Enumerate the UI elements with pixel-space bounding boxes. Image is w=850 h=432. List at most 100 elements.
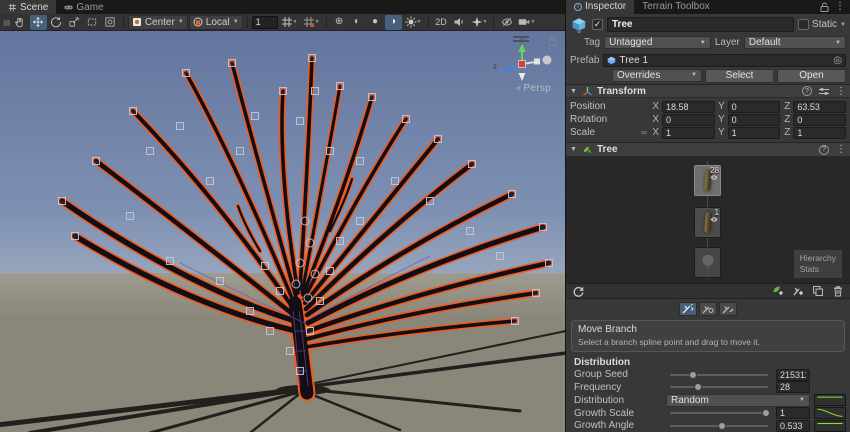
snap-increment-field[interactable] — [252, 16, 278, 29]
scene-viewport[interactable]: y z <Persp — [0, 31, 565, 432]
scale-y-field[interactable] — [728, 127, 781, 139]
foldout-icon[interactable]: ▼ — [570, 146, 578, 153]
scale-x-field[interactable] — [662, 127, 715, 139]
rotation-y-field[interactable] — [728, 114, 781, 126]
tag-dropdown[interactable]: Untagged▼ — [604, 36, 711, 49]
tab-game[interactable]: Game — [56, 0, 111, 14]
tree-editor-toolbar — [566, 284, 850, 299]
tree-root-node[interactable] — [694, 247, 721, 278]
gameobject-cube-icon[interactable] — [570, 17, 588, 33]
refresh-button[interactable] — [570, 285, 586, 298]
add-leaf-group-button[interactable] — [770, 285, 786, 298]
growth-angle-slider[interactable] — [670, 425, 768, 427]
projection-toggle[interactable]: <Persp — [516, 83, 551, 94]
foldout-icon[interactable]: ▼ — [570, 88, 578, 95]
view-hand-tool[interactable] — [12, 15, 29, 30]
presets-icon[interactable] — [819, 87, 829, 96]
growth-scale-slider[interactable] — [670, 412, 768, 414]
growth-angle-field[interactable] — [776, 420, 810, 432]
selected-tree-object[interactable] — [0, 31, 565, 432]
rotate-tool[interactable] — [48, 15, 65, 30]
effects-dropdown[interactable]: ▼ — [469, 15, 490, 30]
growth-angle-curve-preview[interactable] — [814, 420, 846, 432]
node-visibility-eye-icon[interactable] — [710, 175, 718, 180]
component-menu-icon[interactable]: ⋮ — [836, 144, 846, 155]
toolbar-grip[interactable]: ▮▮ — [3, 18, 10, 27]
constrain-proportions-icon[interactable]: ∞ — [639, 128, 649, 137]
inspector-panel: i Inspector Terrain Toolbox ⋮ ✓ ✓ Static… — [566, 0, 850, 432]
tab-terrain-toolbox[interactable]: Terrain Toolbox — [634, 0, 718, 14]
pivot-dropdown[interactable]: Center▼ — [128, 15, 188, 30]
audio-toggle[interactable] — [451, 15, 468, 30]
static-control[interactable]: ✓ Static ▼ — [798, 19, 846, 30]
static-caret-icon[interactable]: ▼ — [840, 22, 846, 28]
help-icon[interactable]: ? — [802, 86, 812, 96]
mode-2d-toggle[interactable]: 2D — [433, 15, 450, 30]
gameobject-name-field[interactable] — [607, 17, 794, 32]
layer-dropdown[interactable]: Default▼ — [744, 36, 846, 49]
gizmo-lock-icon[interactable] — [549, 37, 556, 46]
overrides-dropdown[interactable]: Overrides▼ — [612, 69, 702, 82]
shading-mode-toggle[interactable]: ◐ — [349, 15, 366, 30]
group-seed-field[interactable] — [776, 369, 810, 381]
free-hand-branch-tool[interactable] — [719, 302, 737, 316]
rotation-x-field[interactable] — [662, 114, 715, 126]
growth-scale-field[interactable] — [776, 407, 810, 419]
node-visibility-eye-icon[interactable] — [710, 217, 718, 222]
help-icon[interactable]: ? — [819, 145, 829, 155]
transform-header[interactable]: ▼ Transform ? ⋮ — [566, 84, 850, 99]
frequency-field[interactable] — [776, 381, 810, 393]
rotation-z-field[interactable] — [793, 114, 846, 126]
increment-snap-toggle[interactable]: ▼ — [301, 15, 322, 30]
branch-group-node-selected[interactable]: 28 — [694, 165, 721, 196]
tab-inspector[interactable]: i Inspector — [566, 0, 634, 14]
slider-thumb[interactable] — [762, 409, 770, 417]
rect-tool[interactable] — [84, 15, 101, 30]
scene-lighting-toggle[interactable]: ◑ — [385, 15, 402, 30]
position-y-field[interactable] — [728, 101, 781, 113]
tree-hierarchy-editor[interactable]: 28 1 Hierarchy Stats — [566, 157, 850, 284]
camera-settings-dropdown[interactable]: ▼ — [516, 15, 537, 30]
group-seed-slider[interactable] — [670, 374, 768, 376]
solid-shading-toggle[interactable]: ● — [367, 15, 384, 30]
growth-scale-curve-preview[interactable] — [814, 407, 846, 419]
component-menu-icon[interactable]: ⋮ — [836, 86, 846, 97]
shaded-wireframe-toggle[interactable]: ⊕ — [331, 15, 348, 30]
scale-tool[interactable] — [66, 15, 83, 30]
frequency-slider[interactable] — [670, 386, 768, 388]
distribution-curve-preview[interactable] — [814, 394, 846, 406]
rotation-label: Rotation — [570, 114, 636, 125]
prefab-object-field[interactable]: Tree 1 ◎ — [603, 54, 846, 67]
tab-scene[interactable]: Scene — [0, 0, 56, 14]
scene-visibility-toggle[interactable] — [498, 15, 515, 30]
add-branch-group-button[interactable] — [790, 285, 806, 298]
static-checkbox[interactable]: ✓ — [798, 19, 809, 30]
slider-thumb[interactable] — [694, 383, 702, 391]
scale-z-field[interactable] — [793, 127, 846, 139]
grid-snap-toggle[interactable]: ▼ — [279, 15, 300, 30]
slider-thumb[interactable] — [718, 422, 726, 430]
tree-component-header[interactable]: ▼ Tree ? ⋮ — [566, 142, 850, 157]
duplicate-node-button[interactable] — [810, 285, 826, 298]
handle-orientation-dropdown[interactable]: Local▼ — [189, 15, 243, 30]
distribution-dropdown[interactable]: Random▼ — [666, 394, 810, 407]
delete-node-button[interactable] — [830, 285, 846, 298]
rotate-branch-tool[interactable] — [699, 302, 717, 316]
hierarchy-stats-label[interactable]: Hierarchy Stats — [794, 250, 842, 278]
position-x-field[interactable] — [662, 101, 715, 113]
light-settings-dropdown[interactable]: ▼ — [403, 15, 424, 30]
move-branch-icon — [682, 304, 694, 314]
unlock-icon[interactable] — [820, 2, 829, 12]
position-z-field[interactable] — [793, 101, 846, 113]
open-button[interactable]: Open — [777, 69, 846, 83]
branch-group-node[interactable]: 1 — [694, 207, 721, 238]
inspector-menu-icon[interactable]: ⋮ — [835, 1, 845, 12]
transform-tool[interactable] — [102, 15, 119, 30]
select-button[interactable]: Select — [705, 69, 774, 83]
prefab-ping-icon[interactable]: ◎ — [833, 55, 842, 66]
move-branch-tool[interactable] — [679, 302, 697, 316]
gizmo-axes[interactable]: y z — [493, 36, 552, 81]
move-tool[interactable] — [30, 15, 47, 30]
slider-thumb[interactable] — [689, 371, 697, 379]
active-checkbox[interactable]: ✓ — [592, 19, 603, 30]
